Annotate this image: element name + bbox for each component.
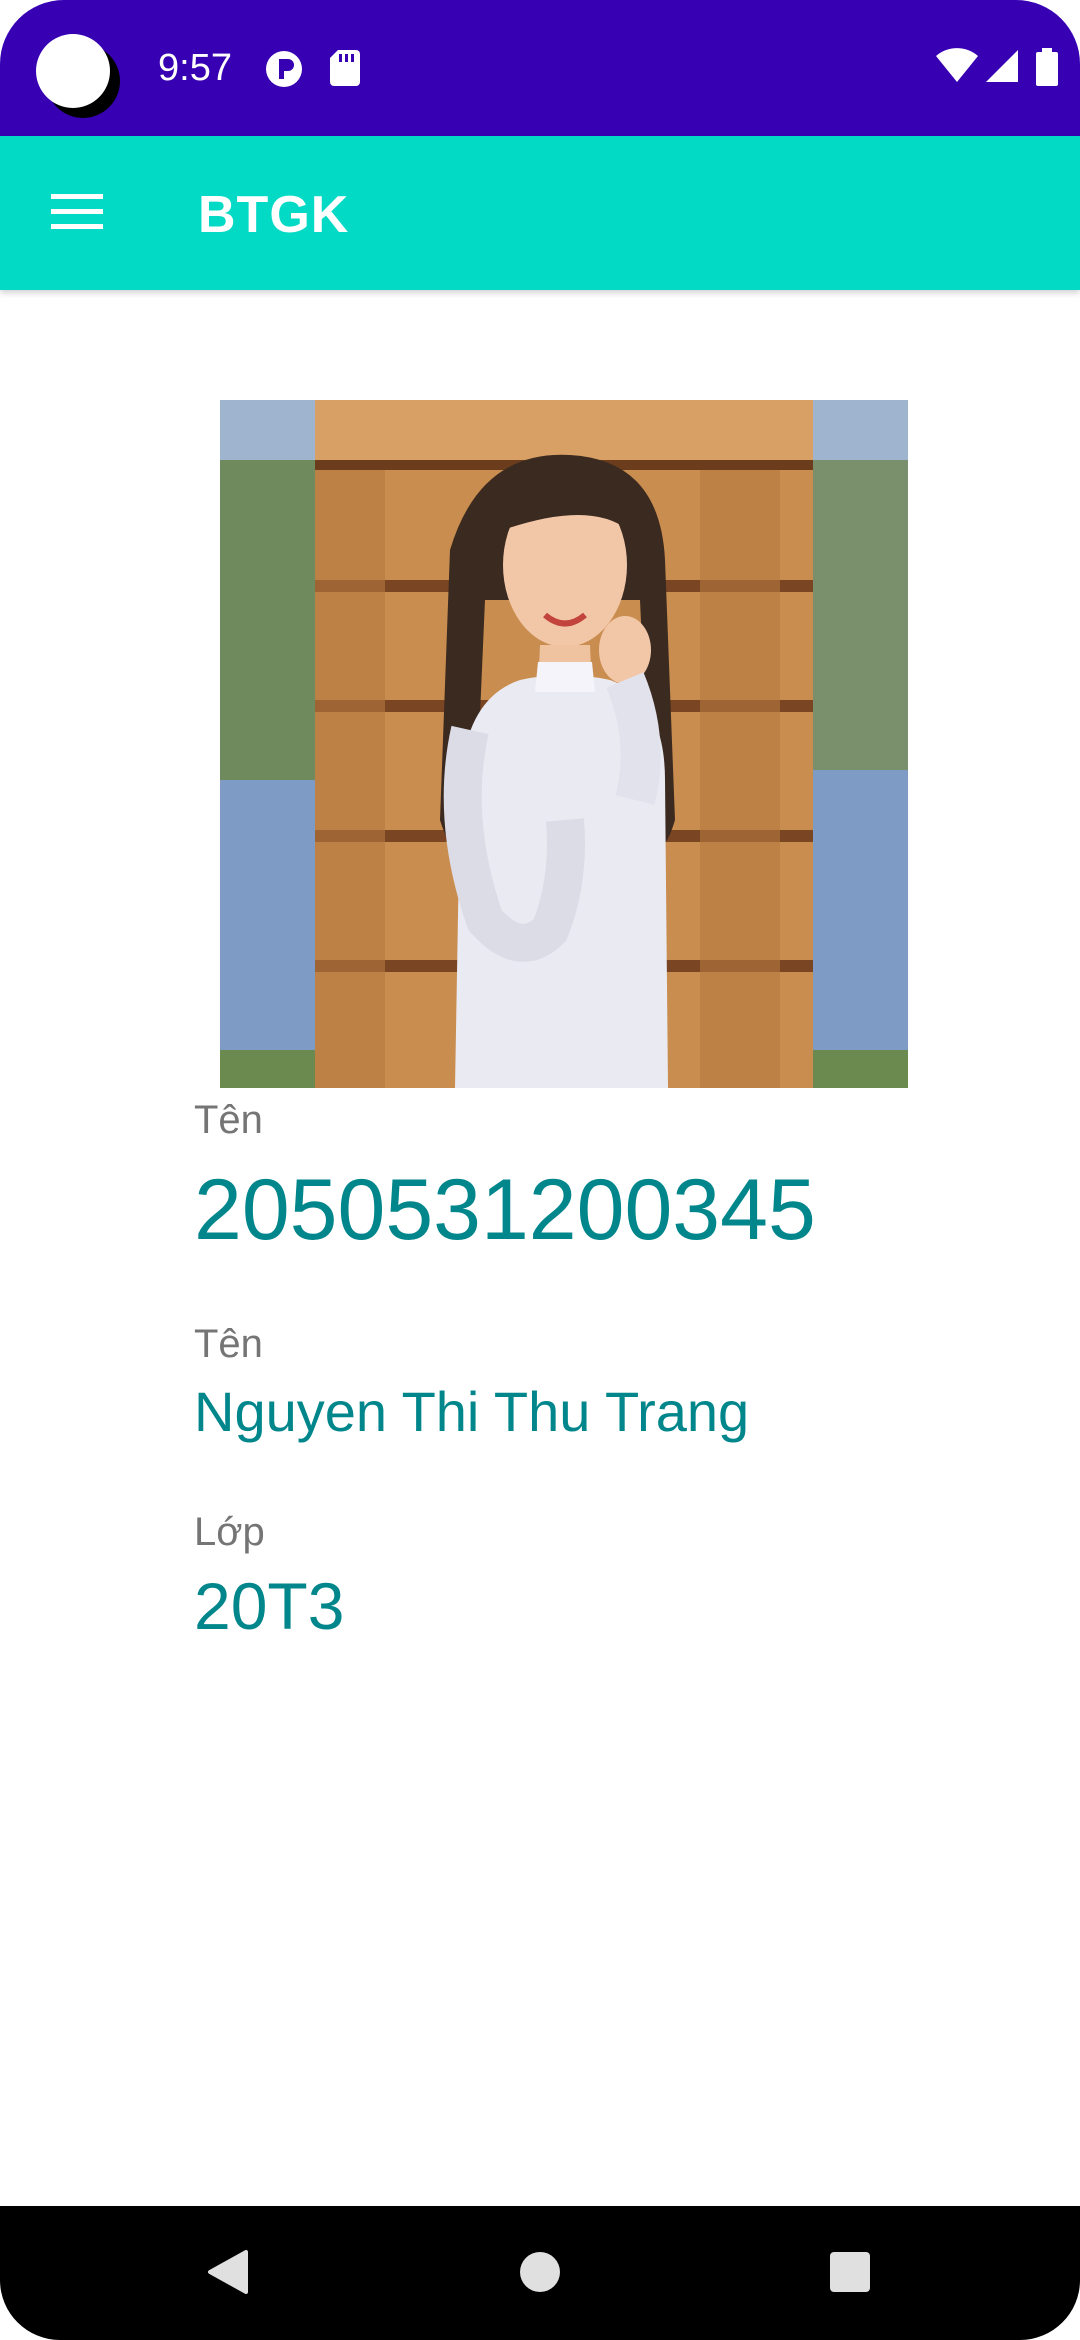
camera-cutout [36,34,110,108]
home-button[interactable] [510,2244,570,2304]
back-icon [206,2249,250,2300]
cell-signal-icon [984,48,1020,89]
wifi-icon [936,48,978,89]
navigation-bar [0,2206,1080,2340]
class-label: Lớp [194,1510,265,1554]
home-icon [519,2251,561,2298]
class-value: 20T3 [194,1569,345,1643]
p-badge-icon [265,50,303,93]
status-time: 9:57 [158,47,232,89]
portrait-photo [220,400,908,1088]
name-value: Nguyen Thi Thu Trang [194,1380,750,1443]
sd-card-icon [330,50,360,91]
student-id-label: Tên [194,1098,263,1142]
menu-button[interactable] [30,172,124,256]
recent-apps-button[interactable] [820,2244,880,2304]
app-bar: BTGK [0,136,1080,290]
student-id-value: 2050531200345 [194,1162,816,1258]
battery-icon [1036,48,1058,91]
back-button[interactable] [198,2244,258,2304]
app-title: BTGK [198,186,350,244]
hamburger-menu-icon [51,193,103,235]
recent-apps-icon [829,2251,871,2298]
status-bar: 9:57 [0,0,1080,136]
name-label: Tên [194,1322,263,1366]
